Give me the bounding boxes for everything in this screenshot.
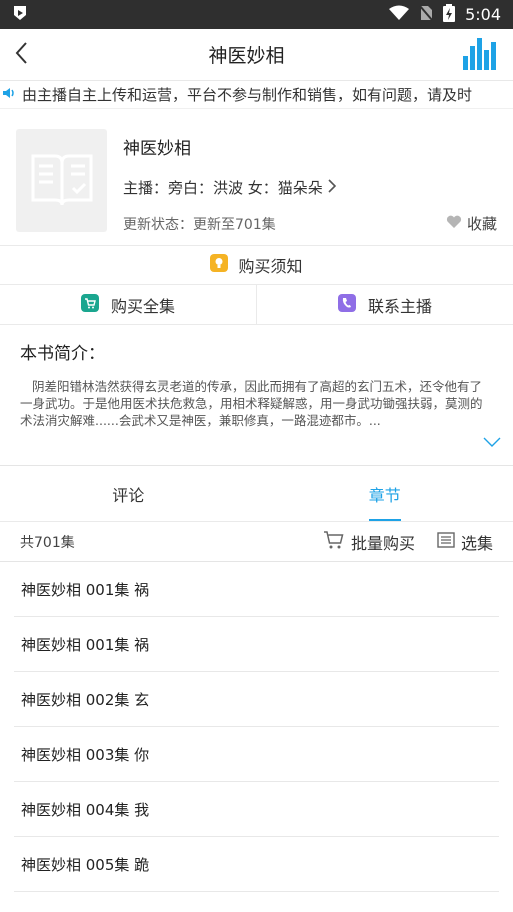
top-bar: 神医妙相 <box>0 29 513 81</box>
episode-toolbar: 共701集 批量购买 选集 <box>0 522 513 562</box>
purchase-notice-button[interactable]: 购买须知 <box>0 245 513 285</box>
purchase-notice-label: 购买须知 <box>238 257 303 276</box>
equalizer-icon[interactable] <box>462 36 499 74</box>
intro-title: 本书简介： <box>20 344 105 364</box>
host-link[interactable]: 主播：旁白：洪波 女：猫朵朵 <box>123 177 497 198</box>
intro-text: 阴差阳错林浩然获得玄灵老道的传承，因此而拥有了高超的玄门五术，还令他有了一身武功… <box>20 379 483 428</box>
contact-host-label: 联系主播 <box>367 296 432 316</box>
host-text: 主播：旁白：洪波 女：猫朵朵 <box>123 179 323 197</box>
cart-outline-icon <box>323 530 345 554</box>
no-sim-icon <box>419 4 433 25</box>
app-notification-icon <box>10 3 30 27</box>
tab-comments[interactable]: 评论 <box>0 466 257 521</box>
episode-count: 共701集 <box>20 534 75 551</box>
select-episodes-button[interactable]: 选集 <box>437 530 493 554</box>
batch-buy-button[interactable]: 批量购买 <box>323 530 415 554</box>
list-item[interactable]: 神医妙相 002集 玄 <box>14 672 499 727</box>
status-bar: 5:04 <box>0 0 513 29</box>
phone-icon <box>337 293 356 316</box>
speaker-icon <box>2 86 16 104</box>
tab-chapters[interactable]: 章节 <box>257 466 513 521</box>
list-item[interactable]: 神医妙相 005集 跪 <box>14 837 499 892</box>
update-status: 更新状态：更新至701集 <box>123 216 276 233</box>
buy-all-label: 购买全集 <box>110 296 175 316</box>
lightbulb-icon <box>210 254 229 276</box>
chevron-down-icon[interactable] <box>483 432 501 451</box>
list-item[interactable]: 神医妙相 003集 你 <box>14 727 499 782</box>
battery-icon <box>443 3 456 26</box>
favorite-button[interactable]: 收藏 <box>446 213 497 234</box>
book-title: 神医妙相 <box>123 139 191 159</box>
list-item[interactable]: 神医妙相 004集 我 <box>14 782 499 837</box>
tab-bar: 评论 章节 <box>0 466 513 522</box>
list-icon <box>437 531 455 552</box>
disclaimer-marquee: 由主播自主上传和运营，平台不参与制作和销售，如有问题，请及时 <box>0 81 513 109</box>
batch-buy-label: 批量购买 <box>350 533 415 553</box>
list-item[interactable]: 神医妙相 001集 祸 <box>14 617 499 672</box>
book-placeholder-icon <box>29 148 95 214</box>
action-bar: 购买全集 联系主播 <box>0 285 513 325</box>
book-cover <box>16 129 107 232</box>
book-intro: 本书简介： 阴差阳错林浩然获得玄灵老道的传承，因此而拥有了高超的玄门五术，还令他… <box>0 325 513 466</box>
contact-host-button[interactable]: 联系主播 <box>256 285 513 324</box>
select-episodes-label: 选集 <box>460 533 493 553</box>
marquee-text: 由主播自主上传和运营，平台不参与制作和销售，如有问题，请及时 <box>22 86 473 104</box>
heart-icon <box>446 215 462 233</box>
clock: 5:04 <box>465 5 501 24</box>
episode-list: 神医妙相 001集 祸 神医妙相 001集 祸 神医妙相 002集 玄 神医妙相… <box>0 562 513 892</box>
buy-all-button[interactable]: 购买全集 <box>0 285 256 324</box>
favorite-label: 收藏 <box>466 215 497 233</box>
back-icon[interactable] <box>14 41 30 69</box>
book-info-card: 神医妙相 主播：旁白：洪波 女：猫朵朵 更新状态：更新至701集 收藏 <box>0 109 513 241</box>
cart-icon <box>80 293 99 316</box>
page-title: 神医妙相 <box>208 45 285 67</box>
chevron-right-icon <box>327 178 337 197</box>
wifi-icon <box>389 5 410 25</box>
list-item[interactable]: 神医妙相 001集 祸 <box>14 562 499 617</box>
